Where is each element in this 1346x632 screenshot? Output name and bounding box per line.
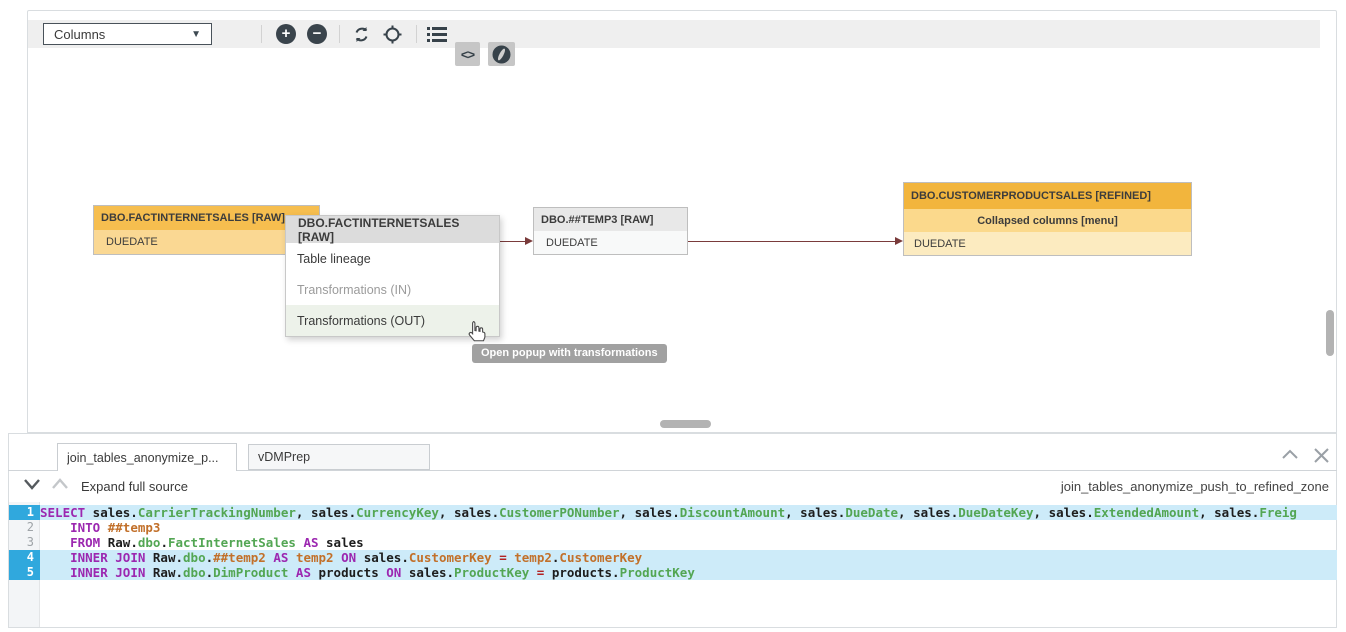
zoom-in-button[interactable]: + bbox=[276, 24, 296, 44]
source-tab[interactable]: vDMPrep bbox=[248, 444, 430, 470]
zoom-out-button[interactable]: − bbox=[307, 24, 327, 44]
source-tab-label: join_tables_anonymize_p... bbox=[67, 451, 219, 465]
contrast-toggle-button[interactable] bbox=[488, 42, 515, 66]
context-menu-title: DBO.FACTINTERNETSALES [RAW] bbox=[286, 216, 499, 243]
context-menu: DBO.FACTINTERNETSALES [RAW] Table lineag… bbox=[285, 215, 500, 337]
code-line: INNER JOIN Raw.dbo.##temp2 AS temp2 ON s… bbox=[40, 550, 1337, 565]
table-node-customerproductsales[interactable]: DBO.CUSTOMERPRODUCTSALES [REFINED] Colla… bbox=[903, 182, 1192, 256]
line-numbers: 12345 bbox=[9, 505, 40, 580]
tooltip: Open popup with transformations bbox=[472, 344, 667, 363]
chevron-down-icon: ▼ bbox=[191, 29, 201, 40]
collapsed-columns-menu[interactable]: Collapsed columns [menu] bbox=[904, 209, 1191, 232]
toolbar-divider bbox=[261, 25, 262, 43]
source-tab[interactable]: join_tables_anonymize_p... bbox=[57, 443, 237, 471]
code-line: FROM Raw.dbo.FactInternetSales AS sales bbox=[40, 535, 1337, 550]
code-line: INTO ##temp3 bbox=[40, 520, 1337, 535]
code-line-number: 3 bbox=[9, 535, 40, 550]
code-view-icon: <> bbox=[461, 47, 474, 62]
code-line: SELECT sales.CarrierTrackingNumber, sale… bbox=[40, 505, 1337, 520]
context-menu-item[interactable]: Table lineage bbox=[286, 243, 499, 274]
app-window: Columns ▼ + − bbox=[0, 0, 1346, 632]
lineage-edge bbox=[500, 241, 526, 242]
context-menu-item[interactable]: Transformations (IN) bbox=[286, 274, 499, 305]
horizontal-scrollbar-thumb[interactable] bbox=[660, 420, 711, 428]
columns-dropdown-label: Columns bbox=[54, 27, 105, 42]
columns-dropdown[interactable]: Columns ▼ bbox=[43, 23, 212, 45]
toolbar-divider bbox=[339, 25, 340, 43]
lineage-edge bbox=[688, 241, 896, 242]
code-line: INNER JOIN Raw.dbo.DimProduct AS product… bbox=[40, 565, 1337, 580]
list-view-icon[interactable] bbox=[427, 27, 447, 47]
graph-toolbar: Columns ▼ + − bbox=[28, 20, 1320, 48]
toolbar-divider bbox=[416, 25, 417, 43]
source-script-name: join_tables_anonymize_push_to_refined_zo… bbox=[1061, 479, 1329, 494]
vertical-scrollbar-thumb[interactable] bbox=[1326, 310, 1334, 356]
table-node-header[interactable]: DBO.CUSTOMERPRODUCTSALES [REFINED] bbox=[904, 183, 1191, 209]
table-node-column[interactable]: DUEDATE bbox=[534, 231, 687, 254]
code-line-number: 2 bbox=[9, 520, 40, 535]
code-line-number: 5 bbox=[9, 565, 40, 580]
table-node-column[interactable]: DUEDATE bbox=[904, 232, 1191, 255]
code-view-button[interactable]: <> bbox=[455, 42, 480, 66]
table-node-header[interactable]: DBO.##TEMP3 [RAW] bbox=[534, 208, 687, 231]
scroll-down-button[interactable] bbox=[22, 477, 42, 496]
expand-full-source-link[interactable]: Expand full source bbox=[81, 479, 188, 494]
scroll-up-button[interactable] bbox=[50, 477, 70, 496]
contrast-icon bbox=[492, 45, 511, 64]
close-panel-button[interactable] bbox=[1313, 447, 1330, 469]
code-line-number: 4 bbox=[9, 550, 40, 565]
fit-to-screen-icon[interactable] bbox=[383, 25, 402, 49]
edge-arrowhead bbox=[525, 237, 533, 245]
table-node-temp3[interactable]: DBO.##TEMP3 [RAW] DUEDATE bbox=[533, 207, 688, 255]
sql-code-viewer[interactable]: SELECT sales.CarrierTrackingNumber, sale… bbox=[40, 505, 1337, 580]
collapse-panel-button[interactable] bbox=[1281, 447, 1299, 469]
hand-cursor-icon bbox=[466, 320, 487, 348]
edge-arrowhead bbox=[895, 237, 903, 245]
refresh-icon[interactable] bbox=[352, 25, 371, 49]
source-toolbar: Expand full source join_tables_anonymize… bbox=[8, 471, 1337, 501]
code-line-number: 1 bbox=[9, 505, 40, 520]
source-tab-label: vDMPrep bbox=[258, 450, 310, 464]
